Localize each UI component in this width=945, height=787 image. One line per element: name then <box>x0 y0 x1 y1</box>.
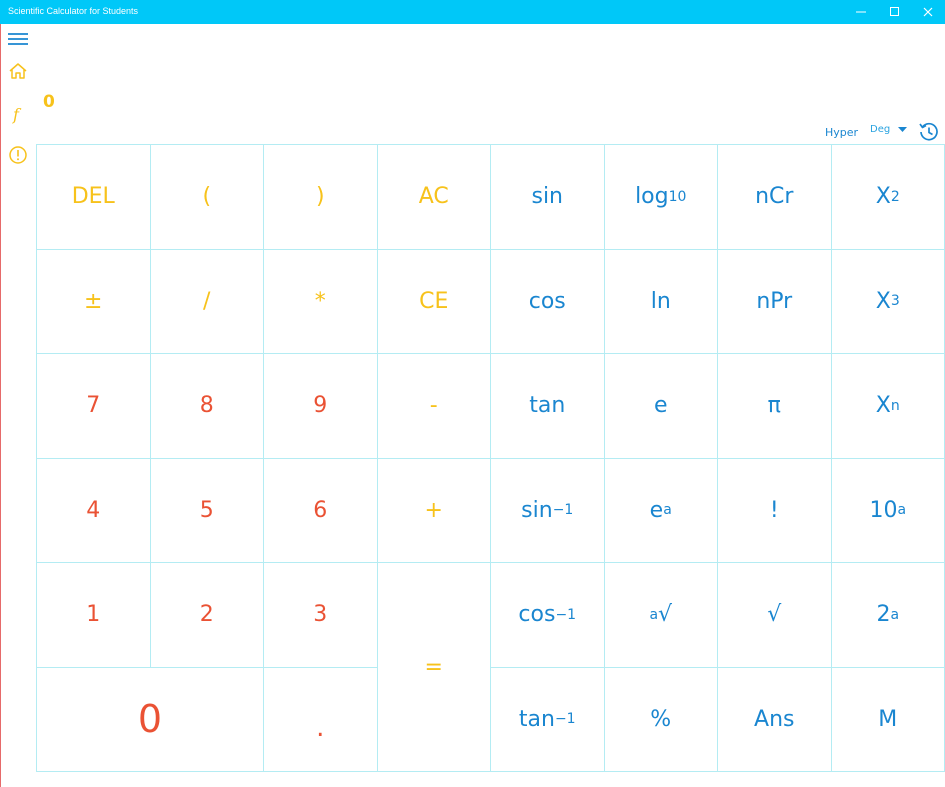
arccos-exponent: −1 <box>555 606 577 623</box>
answer-key[interactable]: Ans <box>718 667 832 772</box>
digit-7-key[interactable]: 7 <box>37 354 151 459</box>
digit-2-key[interactable]: 2 <box>150 563 264 668</box>
plus-key[interactable]: + <box>377 458 491 563</box>
functions-nav-button[interactable]: f <box>3 99 33 129</box>
hyper-toggle[interactable]: Hyper <box>825 126 858 139</box>
maximize-button[interactable] <box>878 0 912 24</box>
digit-3-key[interactable]: 3 <box>264 563 378 668</box>
npr-key[interactable]: nPr <box>718 249 832 354</box>
nth-root-symbol: √ <box>658 602 673 628</box>
digit-6-key[interactable]: 6 <box>264 458 378 563</box>
square-key[interactable]: X2 <box>831 145 945 250</box>
clear-entry-key[interactable]: CE <box>377 249 491 354</box>
power-n-exponent: n <box>890 397 900 414</box>
plus-minus-key[interactable]: ± <box>37 249 151 354</box>
square-exponent: 2 <box>890 188 900 205</box>
ln-key[interactable]: ln <box>604 249 718 354</box>
all-clear-key[interactable]: AC <box>377 145 491 250</box>
percent-key[interactable]: % <box>604 667 718 772</box>
about-nav-button[interactable] <box>3 140 33 170</box>
log10-subscript: 10 <box>668 188 687 205</box>
arctan-base: tan <box>518 706 555 732</box>
function-icon: f <box>12 105 22 124</box>
cube-key[interactable]: X3 <box>831 249 945 354</box>
minus-key[interactable]: - <box>377 354 491 459</box>
close-paren-key[interactable]: ) <box>264 145 378 250</box>
open-paren-key[interactable]: ( <box>150 145 264 250</box>
minimize-icon <box>856 11 866 13</box>
angle-mode-value: Deg <box>870 124 891 135</box>
arcsin-exponent: −1 <box>552 502 574 519</box>
maximize-icon <box>890 7 899 16</box>
ncr-key[interactable]: nCr <box>718 145 832 250</box>
info-alert-icon <box>9 146 27 164</box>
ten-power-exponent: a <box>897 502 907 519</box>
log10-key[interactable]: log 10 <box>604 145 718 250</box>
exp-key[interactable]: ea <box>604 458 718 563</box>
menu-button[interactable] <box>3 24 33 54</box>
delete-key[interactable]: DEL <box>37 145 151 250</box>
digit-9-key[interactable]: 9 <box>264 354 378 459</box>
home-nav-button[interactable] <box>3 56 33 86</box>
cos-key[interactable]: cos <box>491 249 605 354</box>
home-icon <box>9 63 27 79</box>
power-n-key[interactable]: Xn <box>831 354 945 459</box>
exp-base: e <box>649 497 664 523</box>
title-bar: Scientific Calculator for Students <box>0 0 945 24</box>
cube-base: X <box>875 288 891 314</box>
factorial-key[interactable]: ! <box>718 458 832 563</box>
digit-1-key[interactable]: 1 <box>37 563 151 668</box>
ten-power-key[interactable]: 10 a <box>831 458 945 563</box>
multiply-key[interactable]: * <box>264 249 378 354</box>
arcsin-base: sin <box>521 497 553 523</box>
cube-exponent: 3 <box>890 293 900 310</box>
euler-e-key[interactable]: e <box>604 354 718 459</box>
close-icon <box>923 7 933 17</box>
equals-key[interactable]: = <box>377 563 491 772</box>
history-button[interactable] <box>917 120 941 144</box>
window-title: Scientific Calculator for Students <box>8 6 139 16</box>
angle-mode-dropdown[interactable]: Deg <box>870 124 908 135</box>
two-power-base: 2 <box>876 602 891 628</box>
history-icon <box>919 122 938 141</box>
nth-root-key[interactable]: a √ <box>604 563 718 668</box>
nav-sidebar: f <box>1 24 35 787</box>
digit-8-key[interactable]: 8 <box>150 354 264 459</box>
result-display: 0 <box>43 92 55 112</box>
exp-exponent: a <box>663 502 672 519</box>
arccos-base: cos <box>518 602 556 628</box>
square-root-key[interactable]: √ <box>718 563 832 668</box>
digit-5-key[interactable]: 5 <box>150 458 264 563</box>
tan-key[interactable]: tan <box>491 354 605 459</box>
arccos-key[interactable]: cos −1 <box>491 563 605 668</box>
close-button[interactable] <box>911 0 945 24</box>
decimal-point-key[interactable]: . <box>264 667 378 772</box>
memory-key[interactable]: M <box>831 667 945 772</box>
nth-root-index: a <box>649 606 659 623</box>
divide-key[interactable]: / <box>150 249 264 354</box>
two-power-key[interactable]: 2a <box>831 563 945 668</box>
minimize-button[interactable] <box>844 0 878 24</box>
arctan-exponent: −1 <box>554 711 576 728</box>
svg-text:f: f <box>12 105 22 124</box>
ten-power-base: 10 <box>869 497 898 523</box>
hamburger-icon <box>8 33 28 45</box>
power-n-base: X <box>875 393 891 419</box>
arcsin-key[interactable]: sin −1 <box>491 458 605 563</box>
chevron-down-icon <box>898 126 908 132</box>
pi-key[interactable]: π <box>718 354 832 459</box>
digit-4-key[interactable]: 4 <box>37 458 151 563</box>
two-power-exponent: a <box>890 606 900 623</box>
digit-0-key[interactable]: 0 <box>37 667 264 772</box>
arctan-key[interactable]: tan −1 <box>491 667 605 772</box>
sin-key[interactable]: sin <box>491 145 605 250</box>
keypad: DEL ( ) AC sin log 10 nCr X2 ± / * CE cos… <box>36 144 945 772</box>
square-base: X <box>875 184 891 210</box>
log10-base: log <box>635 184 669 210</box>
